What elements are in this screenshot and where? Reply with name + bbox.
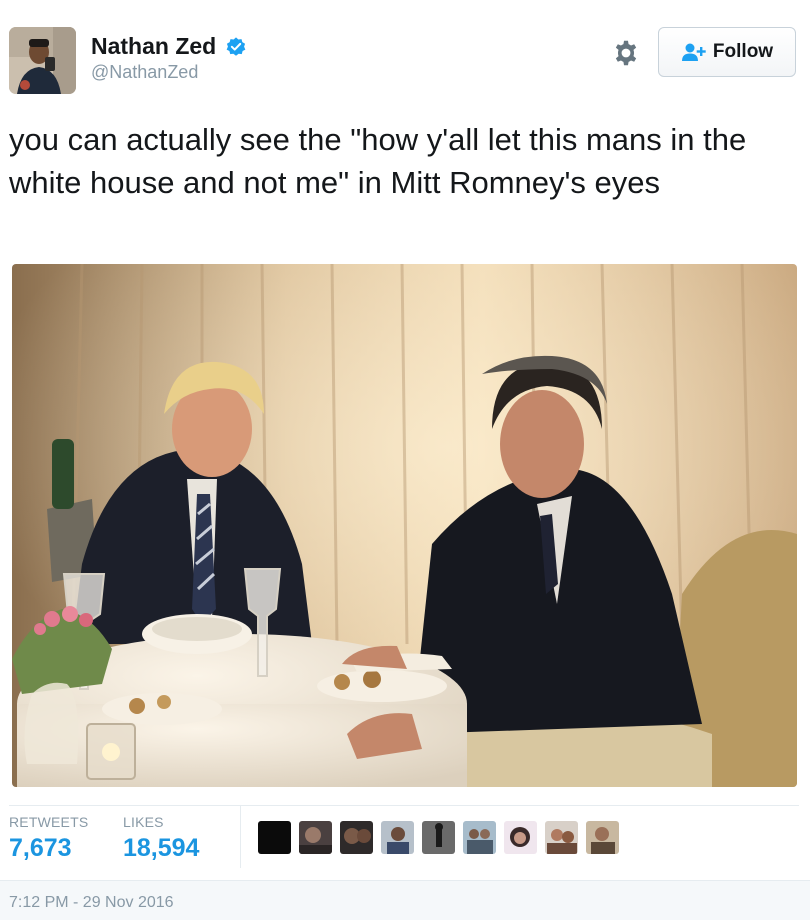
liker-avatar[interactable] <box>586 821 619 854</box>
liker-avatar[interactable] <box>545 821 578 854</box>
liker-avatar-image <box>463 821 496 854</box>
avatar[interactable] <box>9 27 76 94</box>
liker-avatar-image <box>422 821 455 854</box>
liker-avatar-image <box>258 821 291 854</box>
follow-button[interactable]: Follow <box>658 27 796 77</box>
display-name[interactable]: Nathan Zed <box>91 33 216 60</box>
liker-avatar-image <box>340 821 373 854</box>
liker-avatar[interactable] <box>381 821 414 854</box>
add-user-icon <box>681 43 706 61</box>
tweet-text: you can actually see the "how y'all let … <box>9 122 747 200</box>
tweet-timestamp[interactable]: 7:12 PM - 29 Nov 2016 <box>9 894 174 912</box>
tweet-timestamp-bar: 7:12 PM - 29 Nov 2016 <box>0 880 810 920</box>
liker-avatar-image <box>504 821 537 854</box>
liker-avatar[interactable] <box>422 821 455 854</box>
liker-avatar[interactable] <box>340 821 373 854</box>
retweets-label: RETWEETS <box>9 814 89 830</box>
retweets-stat[interactable]: RETWEETS 7,673 <box>9 814 88 863</box>
gear-icon[interactable] <box>612 39 640 67</box>
verified-badge-icon <box>226 36 246 56</box>
tweet-stats: RETWEETS 7,673 LIKES 18,594 <box>9 806 799 868</box>
user-names: Nathan Zed @NathanZed <box>91 33 247 83</box>
likes-count: 18,594 <box>123 834 200 862</box>
liker-avatar[interactable] <box>299 821 332 854</box>
liker-avatar-image <box>545 821 578 854</box>
avatar-image <box>9 27 76 94</box>
liker-avatar[interactable] <box>504 821 537 854</box>
user-handle[interactable]: @NathanZed <box>91 62 247 83</box>
liker-avatar[interactable] <box>463 821 496 854</box>
liker-avatar-image <box>381 821 414 854</box>
tweet-photo[interactable] <box>12 264 797 787</box>
dinner-photo-image <box>12 264 797 787</box>
follow-label: Follow <box>712 41 774 62</box>
retweets-count: 7,673 <box>9 834 72 862</box>
liker-avatar-image <box>299 821 332 854</box>
liker-avatar[interactable] <box>258 821 291 854</box>
liker-avatar-image <box>586 821 619 854</box>
tweet-card: Nathan Zed @NathanZed Follow you can act… <box>0 0 810 920</box>
tweet-header: Nathan Zed @NathanZed Follow <box>9 27 799 97</box>
likes-label: LIKES <box>123 814 164 830</box>
stats-separator <box>240 806 241 868</box>
likes-stat[interactable]: LIKES 18,594 <box>123 814 199 863</box>
